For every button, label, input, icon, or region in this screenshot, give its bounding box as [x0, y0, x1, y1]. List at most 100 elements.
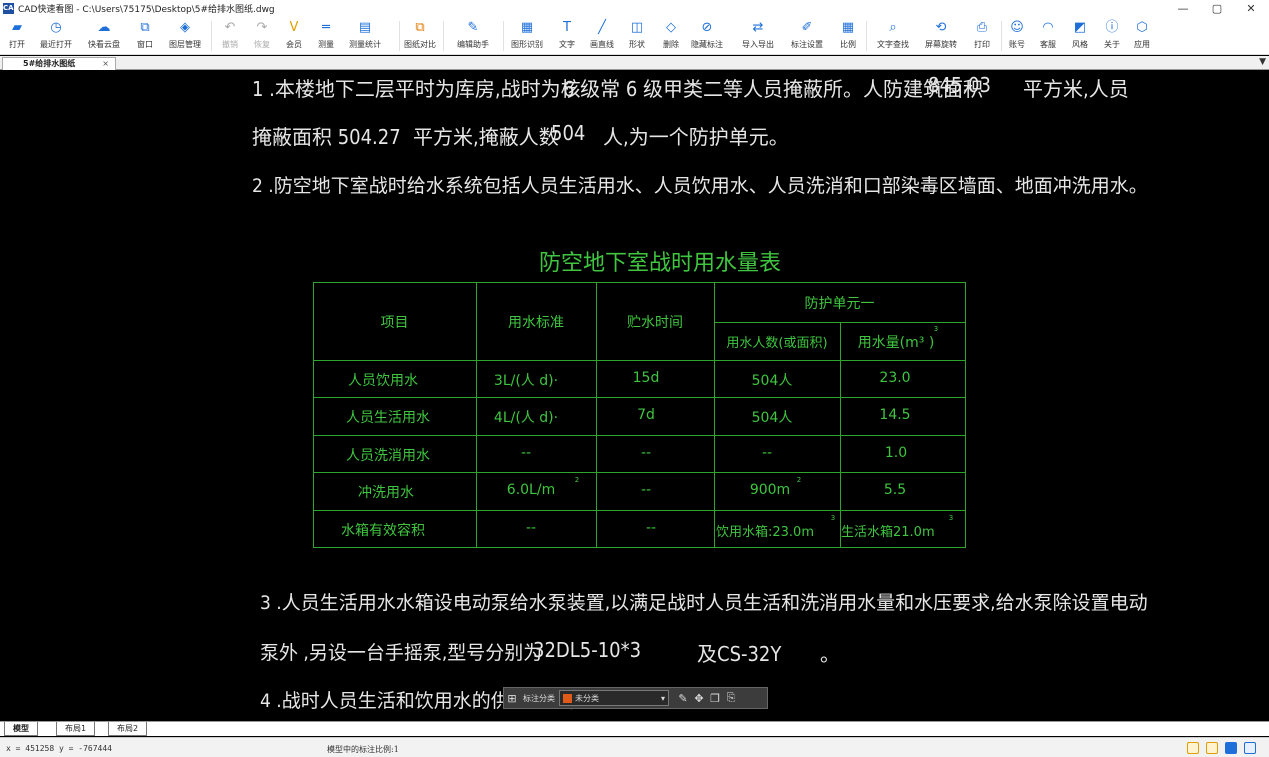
row-people: --	[761, 445, 773, 461]
toolbar-button-label: 测量	[318, 40, 334, 49]
edit-helper-icon: ✎	[467, 20, 479, 35]
table-border	[313, 282, 966, 283]
toolbar-button-label: 应用	[1134, 40, 1150, 49]
move-icon[interactable]: ✥	[691, 692, 707, 705]
compare-icon: ⧉	[415, 20, 425, 35]
toolbar-button-window[interactable]: ⧉ 窗口	[125, 20, 165, 54]
fullscreen-icon[interactable]	[1225, 742, 1237, 754]
paste-icon[interactable]: ⎘	[723, 691, 739, 705]
toolbar-button-text-search[interactable]: ⌕ 文字查找	[873, 20, 913, 54]
table-border	[313, 510, 966, 511]
toolbar-button-edit-helper[interactable]: ✎ 编辑助手	[453, 20, 493, 54]
toolbar-button-label: 导入导出	[742, 40, 774, 49]
drawing-canvas[interactable]: 1 .本楼地下二层平时为库房,战时为核 6 级常 6 级甲类二等人员掩蔽所。人防…	[0, 71, 1269, 721]
table-border	[965, 282, 966, 548]
status-bar: x = 451258 y = -767444 模型中的标注比例:1	[0, 737, 1269, 757]
toolbar-button-shape-recognize[interactable]: ▦ 图形识别	[507, 20, 547, 54]
table-border	[313, 547, 966, 548]
toolbar-button-compare[interactable]: ⧉ 图纸对比	[400, 20, 440, 54]
toolbar-separator	[503, 21, 504, 51]
toolbar-button-clock[interactable]: ◷ 最近打开	[36, 20, 76, 54]
table-title: 防空地下室战时用水量表	[539, 251, 782, 276]
toolbar-button-label: 会员	[286, 40, 302, 49]
toolbar-button-line[interactable]: ╱ 画直线	[582, 20, 622, 54]
row-item: 人员洗消用水	[346, 448, 430, 464]
tab-close-icon[interactable]: ×	[102, 58, 109, 69]
row-standard: --	[520, 445, 532, 461]
header-people: 用水人数(或面积)	[726, 336, 828, 351]
toolbar-button-label: 风格	[1072, 40, 1088, 49]
header-storage: 贮水时间	[627, 315, 683, 331]
table-border	[313, 472, 966, 473]
window-icon: ⧉	[140, 20, 150, 35]
note-line-2b: 平方米,掩蔽人数	[413, 125, 559, 149]
toolbar-button-annotation-settings[interactable]: ✐ 标注设置	[787, 20, 827, 54]
row-standard: 6.0L/m	[506, 482, 556, 498]
maximize-button[interactable]: ▢	[1200, 0, 1234, 17]
snap-icon[interactable]	[1187, 742, 1199, 754]
toolbar-button-label: 客服	[1040, 40, 1056, 49]
row-standard: --	[525, 520, 537, 536]
header-item: 项目	[380, 315, 409, 331]
toolbar-button-label: 隐藏标注	[691, 40, 723, 49]
toolbar-button-printer[interactable]: ⎙ 打印	[962, 20, 1002, 54]
measure-icon: ═	[322, 20, 330, 35]
note-line-5d: 。	[820, 642, 840, 666]
toolbar-button-measure-stats[interactable]: ▤ 测量统计	[345, 20, 385, 54]
toolbar-button-eraser[interactable]: ◇ 删除	[651, 20, 691, 54]
note-line-2d: 人,为一个防护单元。	[603, 125, 789, 149]
row-people-sup: 3	[830, 514, 836, 522]
note-line-1a: 1 .本楼地下二层平时为库房,战时为核	[252, 77, 581, 101]
main-toolbar: ▰ 打开 ◷ 最近打开 ☁ 快看云盘 ⧉ 窗口 ◈ 图层管理 ↶ 撤销 ↷ 恢复 V 会员 ═ 测量 ▤ 测量统计 ⧉ 图…	[0, 17, 1269, 55]
row-storage: --	[645, 520, 657, 536]
layer-toggle-icon[interactable]	[1206, 742, 1218, 754]
tab-drawing[interactable]: 5#给排水图纸 ×	[2, 57, 116, 70]
close-button[interactable]: ✕	[1234, 0, 1268, 17]
header-unit: 防护单元一	[804, 296, 875, 312]
row-people: 504人	[751, 373, 793, 389]
edit-icon[interactable]: ✎	[675, 692, 691, 705]
toolbar-button-label: 图纸对比	[404, 40, 436, 49]
copy-icon[interactable]: ❐	[707, 692, 723, 705]
row-amount-sup: 3	[948, 514, 954, 522]
toolbar-button-text[interactable]: T 文字	[547, 20, 587, 54]
layout-tab-model[interactable]: 模型	[4, 722, 38, 736]
toolbar-button-measure[interactable]: ═ 测量	[306, 20, 346, 54]
eraser-icon: ◇	[666, 20, 676, 35]
header-amount: 用水量(m³ )	[857, 335, 935, 351]
user-icon: ☺	[1010, 20, 1024, 35]
toolbar-button-rotate-screen[interactable]: ⟲ 屏幕旋转	[921, 20, 961, 54]
toolbar-button-import-export[interactable]: ⇄ 导入导出	[738, 20, 778, 54]
row-storage: --	[640, 482, 652, 498]
redo-icon: ↷	[256, 20, 268, 35]
toolbar-button-scale[interactable]: ▦ 比例	[828, 20, 868, 54]
toolbar-button-cloud[interactable]: ☁ 快看云盘	[84, 20, 124, 54]
row-item: 人员生活用水	[346, 410, 430, 426]
hide-annotation-icon: ⊘	[701, 20, 713, 35]
layout-tab-1[interactable]: 布局1	[56, 722, 96, 736]
cloud-icon: ☁	[97, 20, 111, 35]
toolbar-button-label: 恢复	[254, 40, 270, 49]
row-people: 饮用水箱:23.0m	[716, 525, 814, 540]
row-amount: 14.5	[879, 407, 911, 423]
grid-icon[interactable]: ⊞	[504, 692, 520, 705]
app-logo-icon: CAD	[3, 3, 20, 14]
toolbar-button-apps[interactable]: ⬡ 应用	[1122, 20, 1162, 54]
header-standard: 用水标准	[508, 315, 564, 331]
minimize-button[interactable]: —	[1166, 0, 1200, 17]
toolbar-button-label: 画直线	[590, 40, 614, 49]
toolbar-button-layers[interactable]: ◈ 图层管理	[165, 20, 205, 54]
toolbar-button-folder[interactable]: ▰ 打开	[0, 20, 37, 54]
layout-tab-2[interactable]: 布局2	[108, 722, 148, 736]
annotation-category-dropdown[interactable]: 未分类 ▾	[559, 690, 669, 706]
line-icon: ╱	[598, 20, 606, 35]
tab-list-dropdown-icon[interactable]: ▼	[1259, 57, 1266, 67]
row-storage: 7d	[637, 407, 655, 423]
undo-icon: ↶	[224, 20, 236, 35]
toolbar-button-label: 图层管理	[169, 40, 201, 49]
toolbar-button-label: 账号	[1009, 40, 1025, 49]
note-line-1c: 845.03	[928, 73, 991, 97]
row-amount: 生活水箱21.0m	[841, 525, 935, 540]
toolbar-button-hide-annotation[interactable]: ⊘ 隐藏标注	[687, 20, 727, 54]
settings-icon[interactable]	[1244, 742, 1256, 754]
